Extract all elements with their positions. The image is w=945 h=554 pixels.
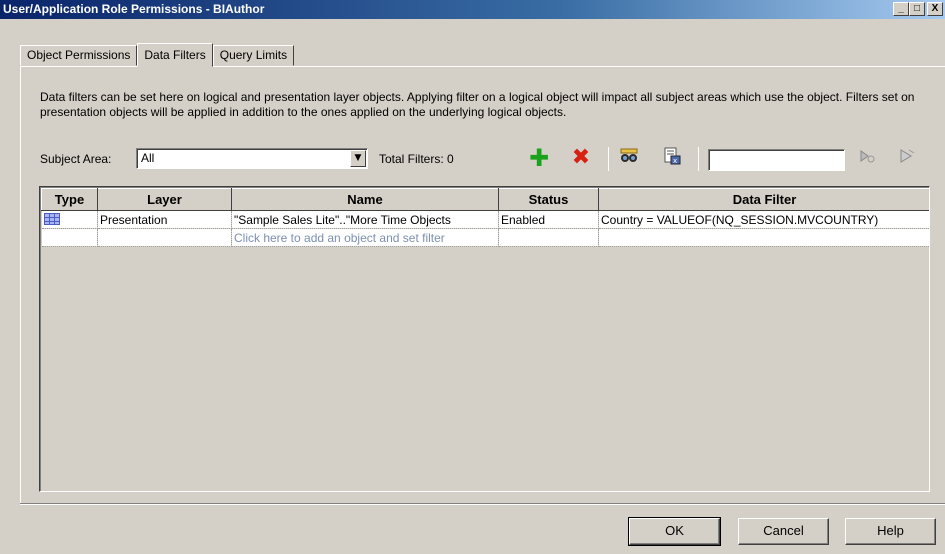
total-filters-label: Total Filters: 0 [379, 152, 454, 166]
name-cell[interactable]: "Sample Sales Lite".."More Time Objects [231, 210, 499, 229]
toolbar-separator [698, 147, 699, 171]
column-header-layer[interactable]: Layer [97, 188, 232, 211]
subject-area-value: All [141, 151, 155, 165]
find-next-icon[interactable] [856, 147, 878, 169]
close-button[interactable]: X [927, 2, 943, 16]
maximize-button[interactable]: □ [909, 2, 925, 16]
tab-data-filters[interactable]: Data Filters [137, 43, 213, 67]
minimize-button[interactable]: _ [893, 2, 909, 16]
description-text: Data filters can be set here on logical … [40, 90, 915, 119]
dropdown-arrow-icon[interactable]: ▼ [350, 150, 366, 167]
footer-divider [20, 503, 945, 505]
type-cell[interactable] [41, 210, 98, 229]
data-filters-grid: Type Layer Name Status Data Filter Prese… [39, 186, 930, 492]
data-filter-cell[interactable]: Country = VALUEOF(NQ_SESSION.MVCOUNTRY) [598, 210, 929, 229]
presentation-table-icon [43, 213, 60, 225]
table-row[interactable]: Presentation "Sample Sales Lite".."More … [41, 210, 929, 229]
toolbar-separator [608, 147, 609, 171]
grid-header-row: Type Layer Name Status Data Filter [41, 188, 929, 211]
find-previous-icon[interactable] [896, 147, 918, 169]
help-button[interactable]: Help [845, 518, 936, 545]
window-title: User/Application Role Permissions - BIAu… [3, 2, 265, 16]
add-filter-icon[interactable]: ✚ [528, 146, 550, 170]
column-header-data-filter[interactable]: Data Filter [598, 188, 929, 211]
tab-query-limits[interactable]: Query Limits [212, 45, 295, 66]
cancel-button[interactable]: Cancel [738, 518, 829, 545]
column-header-name[interactable]: Name [231, 188, 499, 211]
status-cell[interactable]: Enabled [498, 210, 599, 229]
add-object-row[interactable]: Click here to add an object and set filt… [41, 228, 929, 247]
tab-object-permissions[interactable]: Object Permissions [20, 45, 138, 66]
expression-builder-icon[interactable]: x [661, 147, 683, 169]
tab-strip: Object Permissions Data Filters Query Li… [20, 43, 295, 67]
empty-cell[interactable] [598, 228, 929, 247]
empty-cell[interactable] [97, 228, 232, 247]
window-controls: _ □ X [893, 2, 943, 17]
title-bar: User/Application Role Permissions - BIAu… [0, 0, 945, 19]
layer-cell[interactable]: Presentation [97, 210, 232, 229]
column-header-status[interactable]: Status [498, 188, 599, 211]
add-object-hint[interactable]: Click here to add an object and set filt… [231, 228, 499, 247]
empty-cell[interactable] [41, 228, 98, 247]
search-input[interactable] [708, 149, 845, 171]
svg-text:x: x [673, 157, 677, 165]
delete-filter-icon[interactable]: ✖ [570, 147, 592, 169]
empty-cell[interactable] [498, 228, 599, 247]
browse-binoculars-icon[interactable] [618, 147, 640, 169]
subject-area-label: Subject Area: [40, 152, 112, 166]
ok-button[interactable]: OK [628, 517, 721, 546]
column-header-type[interactable]: Type [41, 188, 98, 211]
subject-area-dropdown[interactable]: All ▼ [136, 148, 368, 169]
